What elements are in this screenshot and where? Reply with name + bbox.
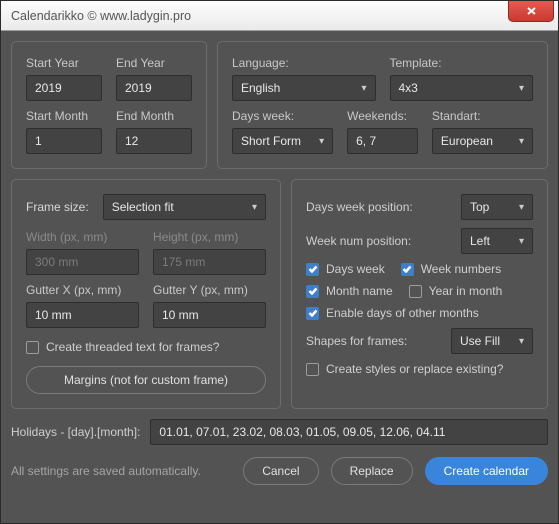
footer: All settings are saved automatically. Ca…	[11, 457, 548, 485]
gutter-y-label: Gutter Y (px, mm)	[153, 283, 266, 297]
holidays-label: Holidays - [day].[month]:	[11, 425, 140, 439]
start-month-input[interactable]	[26, 128, 102, 154]
end-year-input[interactable]	[116, 75, 192, 101]
replace-button[interactable]: Replace	[331, 457, 413, 485]
window-title: Calendarikko © www.ladygin.pro	[11, 9, 191, 23]
height-input	[153, 249, 266, 275]
holidays-row: Holidays - [day].[month]:	[11, 419, 548, 445]
gutter-x-label: Gutter X (px, mm)	[26, 283, 139, 297]
standart-label: Standart:	[432, 109, 533, 123]
chevron-down-icon: ▾	[252, 202, 257, 213]
createstyles-checkbox[interactable]: Create styles or replace existing?	[306, 362, 533, 376]
weeknumbers-checkbox[interactable]: Week numbers	[401, 262, 501, 276]
width-input	[26, 249, 139, 275]
daysweek-checkbox[interactable]: Days week	[306, 262, 385, 276]
shapes-select[interactable]: Use Fill▾	[451, 328, 533, 354]
create-calendar-button[interactable]: Create calendar	[425, 457, 548, 485]
titlebar: Calendarikko © www.ladygin.pro	[1, 1, 558, 31]
start-year-label: Start Year	[26, 56, 102, 70]
end-month-input[interactable]	[116, 128, 192, 154]
othermonths-checkbox[interactable]: Enable days of other months	[306, 306, 479, 320]
yearinmonth-checkbox[interactable]: Year in month	[409, 284, 503, 298]
frame-size-label: Frame size:	[26, 200, 89, 214]
chevron-down-icon: ▾	[319, 136, 324, 147]
options-panel: Days week position: Top▾ Week num positi…	[291, 179, 548, 409]
chevron-down-icon: ▾	[361, 83, 366, 94]
shapes-label: Shapes for frames:	[306, 334, 407, 348]
start-month-label: Start Month	[26, 109, 102, 123]
threaded-checkbox[interactable]: Create threaded text for frames?	[26, 340, 266, 354]
weekends-label: Weekends:	[347, 109, 418, 123]
week-num-pos-label: Week num position:	[306, 234, 411, 248]
chevron-down-icon: ▾	[519, 202, 524, 213]
gutter-y-input[interactable]	[153, 302, 266, 328]
frame-panel: Frame size: Selection fit▾ Width (px, mm…	[11, 179, 281, 409]
daysweek-select[interactable]: Short Form▾	[232, 128, 333, 154]
language-select[interactable]: English▾	[232, 75, 376, 101]
locale-panel: Language: English▾ Template: 4x3▾	[217, 41, 548, 169]
daysweek-label: Days week:	[232, 109, 333, 123]
template-select[interactable]: 4x3▾	[390, 75, 534, 101]
holidays-input[interactable]	[150, 419, 548, 445]
template-label: Template:	[390, 56, 534, 70]
height-label: Height (px, mm)	[153, 230, 266, 244]
end-year-label: End Year	[116, 56, 192, 70]
date-range-panel: Start Year End Year Start Month	[11, 41, 207, 169]
weekends-input[interactable]	[347, 128, 418, 154]
monthname-checkbox[interactable]: Month name	[306, 284, 393, 298]
main-window: Calendarikko © www.ladygin.pro Start Yea…	[0, 0, 559, 524]
start-year-input[interactable]	[26, 75, 102, 101]
days-week-pos-label: Days week position:	[306, 200, 413, 214]
cancel-button[interactable]: Cancel	[243, 457, 318, 485]
week-num-pos-select[interactable]: Left▾	[461, 228, 533, 254]
days-week-pos-select[interactable]: Top▾	[461, 194, 533, 220]
chevron-down-icon: ▾	[519, 83, 524, 94]
language-label: Language:	[232, 56, 376, 70]
chevron-down-icon: ▾	[519, 336, 524, 347]
end-month-label: End Month	[116, 109, 192, 123]
autosave-message: All settings are saved automatically.	[11, 464, 231, 478]
close-icon	[526, 6, 537, 16]
margins-button[interactable]: Margins (not for custom frame)	[26, 366, 266, 394]
chevron-down-icon: ▾	[519, 136, 524, 147]
width-label: Width (px, mm)	[26, 230, 139, 244]
close-button[interactable]	[508, 1, 554, 22]
gutter-x-input[interactable]	[26, 302, 139, 328]
chevron-down-icon: ▾	[519, 236, 524, 247]
frame-size-select[interactable]: Selection fit▾	[103, 194, 266, 220]
standart-select[interactable]: European▾	[432, 128, 533, 154]
